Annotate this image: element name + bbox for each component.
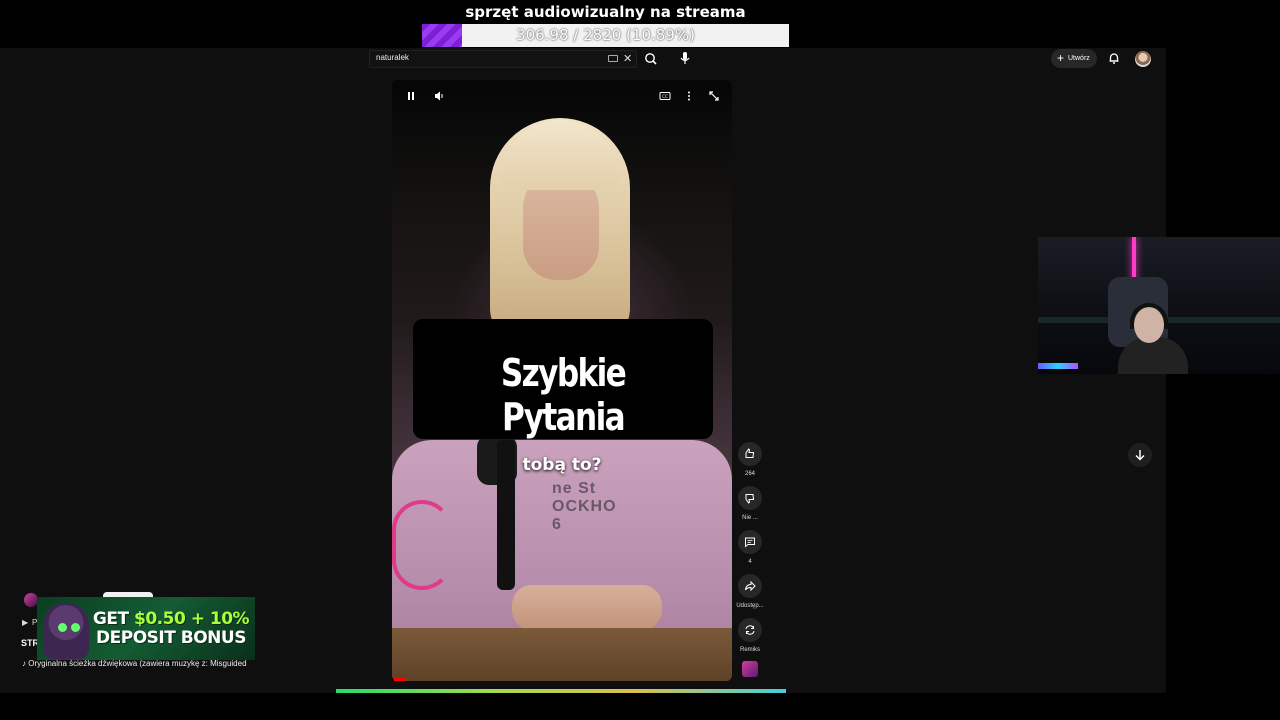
channel-avatar[interactable] <box>24 593 38 607</box>
arrow-down-icon <box>1135 450 1145 461</box>
thumb-down-icon <box>745 494 755 504</box>
bell-icon[interactable] <box>1107 51 1121 65</box>
remix-icon <box>745 625 755 635</box>
create-button-label: Utwórz <box>1068 55 1090 62</box>
dislike-button[interactable]: Nie ... <box>735 486 765 521</box>
video-title-card: Szybkie Pytania <box>413 319 713 439</box>
video-subtitle: tobą to? <box>522 455 602 475</box>
volume-button[interactable] <box>432 89 446 103</box>
stream-goal-progress: 306.98 / 2820 (10.89%) <box>422 24 789 47</box>
video-person-hands <box>512 585 662 630</box>
search-box[interactable]: naturalek ✕ <box>369 50 637 68</box>
next-short-button[interactable] <box>1128 443 1152 467</box>
share-icon <box>745 580 756 592</box>
like-count: 264 <box>744 471 755 477</box>
share-label: Udostęp... <box>736 603 764 609</box>
captions-icon: CC <box>659 92 671 100</box>
search-icon <box>645 53 657 65</box>
video-table <box>392 628 732 681</box>
casino-ad-banner[interactable]: GET $0.50 + 10% DEPOSIT BONUS <box>37 597 255 660</box>
ad-subheadline: DEPOSIT BONUS <box>96 628 246 648</box>
stream-goal-title: sprzęt audiowizualny na streama <box>465 3 746 21</box>
ad-headline: GET $0.50 + 10% <box>91 609 251 629</box>
plus-icon: + <box>1057 51 1065 65</box>
pause-icon <box>408 92 414 100</box>
streamer-webcam <box>1038 237 1280 374</box>
ad-mascot-eye <box>58 623 67 632</box>
dislike-label: Nie ... <box>742 515 758 521</box>
clear-search-icon[interactable]: ✕ <box>623 52 632 65</box>
play-icon: ▶ <box>22 618 29 627</box>
sound-thumbnail[interactable] <box>742 661 758 677</box>
remix-button[interactable]: Remiks <box>735 618 765 653</box>
stream-goal-progress-text: 306.98 / 2820 (10.89%) <box>516 26 695 44</box>
more-options-button[interactable] <box>682 89 696 103</box>
like-button[interactable]: 264 <box>735 442 765 477</box>
ad-mascot-eye <box>71 623 80 632</box>
search-input[interactable]: naturalek <box>376 53 409 62</box>
volume-icon <box>435 91 443 101</box>
bottom-glow-strip <box>336 689 786 693</box>
thumb-up-icon <box>745 448 755 458</box>
ad-headline-prefix: GET <box>92 609 135 629</box>
video-progress-bar[interactable] <box>394 678 406 681</box>
webcam-person-body <box>1118 337 1188 374</box>
video-title-card-text: Szybkie Pytania <box>500 351 627 439</box>
pause-button[interactable] <box>404 89 418 103</box>
keyboard-icon[interactable] <box>608 55 618 62</box>
captions-button[interactable]: CC <box>658 89 672 103</box>
fullscreen-button[interactable] <box>707 89 721 103</box>
audio-track-link[interactable]: ♪ Oryginalna ścieżka dźwiękowa (zawiera … <box>22 659 247 668</box>
comment-icon <box>745 537 755 548</box>
video-pink-cable <box>392 500 452 590</box>
search-button[interactable] <box>642 51 660 67</box>
account-avatar[interactable] <box>1135 51 1151 67</box>
ad-headline-amount: $0.50 + 10% <box>134 609 250 629</box>
fullscreen-icon <box>709 91 719 101</box>
mic-icon <box>680 52 690 64</box>
comments-button[interactable]: 4 <box>735 530 765 565</box>
ad-mascot-image <box>43 603 89 659</box>
voice-search-button[interactable] <box>677 49 693 67</box>
share-button[interactable]: Udostęp... <box>735 574 765 609</box>
sweater-print: ne St OCKHO 6 <box>552 480 617 533</box>
comments-count: 4 <box>748 559 752 565</box>
svg-text:CC: CC <box>662 94 668 99</box>
create-button[interactable]: + Utwórz <box>1051 49 1097 68</box>
remix-label: Remiks <box>739 647 760 653</box>
webcam-rgb-keyboard <box>1038 363 1078 369</box>
more-vert-icon <box>688 91 690 101</box>
